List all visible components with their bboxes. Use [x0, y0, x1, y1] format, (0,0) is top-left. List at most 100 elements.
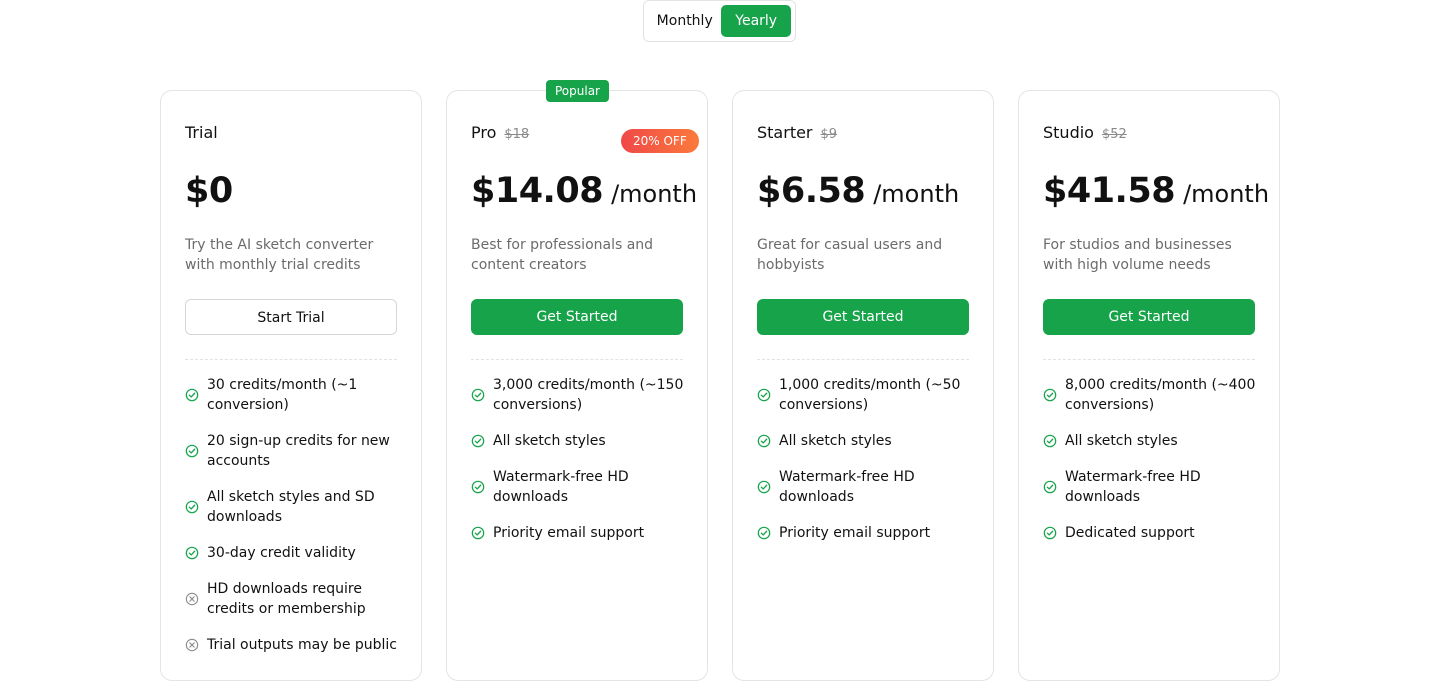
feature-item: All sketch styles [471, 431, 691, 451]
feature-text: All sketch styles and SD downloads [207, 489, 375, 525]
check-circle-icon [471, 480, 485, 494]
check-circle-icon [757, 480, 771, 494]
check-circle-icon [1043, 480, 1057, 494]
start-trial-button[interactable]: Start Trial [185, 299, 397, 335]
feature-list: 30 credits/month (~1 conversion) 20 sign-… [185, 375, 405, 671]
feature-item: Watermark-free HD downloads [471, 467, 691, 507]
check-circle-icon [1043, 526, 1057, 540]
plan-name: Trial [185, 123, 218, 142]
feature-item: Watermark-free HD downloads [757, 467, 977, 507]
plan-divider [185, 359, 397, 360]
plan-price-row: $0 [185, 171, 233, 211]
feature-item: All sketch styles [1043, 431, 1263, 451]
feature-item: HD downloads require credits or membersh… [185, 579, 405, 619]
feature-text: Watermark-free HD downloads [779, 469, 915, 505]
feature-item: 1,000 credits/month (~50 conversions) [757, 375, 977, 415]
plan-name: Starter [757, 123, 813, 142]
feature-text: 3,000 credits/month (~150 conversions) [493, 377, 684, 413]
feature-text: 1,000 credits/month (~50 conversions) [779, 377, 961, 413]
plan-old-price: $18 [504, 127, 530, 142]
plan-price-unit: /month [1183, 180, 1270, 208]
billing-toggle: Monthly Yearly [643, 0, 796, 42]
plan-card-starter: Starter $9 $6.58 /month Great for casual… [732, 90, 994, 681]
check-circle-icon [185, 444, 199, 458]
feature-text: 30-day credit validity [207, 545, 356, 561]
plan-divider [757, 359, 969, 360]
plan-price-row: $6.58 /month [757, 171, 959, 211]
x-circle-icon [185, 638, 199, 652]
yearly-toggle-option[interactable]: Yearly [721, 5, 791, 37]
plan-price: $0 [185, 171, 233, 211]
plan-divider [471, 359, 683, 360]
feature-item: Dedicated support [1043, 523, 1263, 543]
feature-text: All sketch styles [493, 433, 606, 449]
plan-old-price: $9 [820, 127, 838, 142]
popular-badge: Popular [546, 80, 609, 102]
plan-price-row: $14.08 /month [471, 171, 697, 211]
feature-item: 30-day credit validity [185, 543, 405, 563]
check-circle-icon [185, 500, 199, 514]
feature-text: 8,000 credits/month (~400 conversions) [1065, 377, 1256, 413]
feature-item: All sketch styles [757, 431, 977, 451]
feature-list: 3,000 credits/month (~150 conversions) Al… [471, 375, 691, 559]
plan-card-trial: Trial $0 Try the AI sketch converter wit… [160, 90, 422, 681]
plan-name: Studio [1043, 123, 1094, 142]
plan-price-unit: /month [611, 180, 698, 208]
feature-list: 8,000 credits/month (~400 conversions) Al… [1043, 375, 1263, 559]
plan-description: Try the AI sketch converter with monthly… [185, 237, 374, 273]
feature-item: 3,000 credits/month (~150 conversions) [471, 375, 691, 415]
check-circle-icon [185, 546, 199, 560]
get-started-button-starter[interactable]: Get Started [757, 299, 969, 335]
get-started-button-pro[interactable]: Get Started [471, 299, 683, 335]
feature-item: Watermark-free HD downloads [1043, 467, 1263, 507]
feature-text: 20 sign-up credits for new accounts [207, 433, 390, 469]
feature-item: 20 sign-up credits for new accounts [185, 431, 405, 471]
check-circle-icon [1043, 434, 1057, 448]
feature-list: 1,000 credits/month (~50 conversions) All… [757, 375, 977, 559]
get-started-button-studio[interactable]: Get Started [1043, 299, 1255, 335]
plan-card-pro: Pro $18 $14.08 /month Best for professio… [446, 90, 708, 681]
check-circle-icon [1043, 388, 1057, 402]
feature-text: Watermark-free HD downloads [1065, 469, 1201, 505]
plan-card-studio: Studio $52 $41.58 /month For studios and… [1018, 90, 1280, 681]
plan-divider [1043, 359, 1255, 360]
plan-price: $41.58 [1043, 171, 1176, 211]
check-circle-icon [757, 388, 771, 402]
check-circle-icon [185, 388, 199, 402]
feature-item: 30 credits/month (~1 conversion) [185, 375, 405, 415]
plan-price-unit: /month [873, 180, 960, 208]
feature-text: HD downloads require credits or membersh… [207, 581, 366, 617]
feature-text: All sketch styles [779, 433, 892, 449]
feature-text: Priority email support [493, 525, 645, 541]
feature-text: Dedicated support [1065, 525, 1195, 541]
monthly-toggle-option[interactable]: Monthly [648, 5, 721, 37]
feature-text: Trial outputs may be public [207, 637, 398, 653]
plan-name-row: Trial [185, 123, 218, 142]
feature-item: Priority email support [757, 523, 977, 543]
plan-price: $14.08 [471, 171, 604, 211]
feature-item: Priority email support [471, 523, 691, 543]
plan-name-row: Studio $52 [1043, 123, 1127, 142]
feature-item: All sketch styles and SD downloads [185, 487, 405, 527]
feature-item: Trial outputs may be public [185, 635, 405, 655]
plan-price: $6.58 [757, 171, 866, 211]
plan-name-row: Starter $9 [757, 123, 837, 142]
plan-description: For studios and businesses with high vol… [1043, 237, 1232, 273]
check-circle-icon [471, 434, 485, 448]
feature-text: Watermark-free HD downloads [493, 469, 629, 505]
plan-old-price: $52 [1101, 127, 1127, 142]
plan-description: Best for professionals and content creat… [471, 237, 654, 273]
plan-name-row: Pro $18 [471, 123, 529, 142]
feature-text: Priority email support [779, 525, 931, 541]
discount-badge: 20% OFF [621, 129, 699, 153]
plan-description: Great for casual users and hobbyists [757, 237, 943, 273]
check-circle-icon [757, 526, 771, 540]
plan-name: Pro [471, 123, 497, 142]
x-circle-icon [185, 592, 199, 606]
feature-item: 8,000 credits/month (~400 conversions) [1043, 375, 1263, 415]
feature-text: All sketch styles [1065, 433, 1178, 449]
plan-price-row: $41.58 /month [1043, 171, 1269, 211]
check-circle-icon [471, 388, 485, 402]
check-circle-icon [757, 434, 771, 448]
feature-text: 30 credits/month (~1 conversion) [207, 377, 358, 413]
